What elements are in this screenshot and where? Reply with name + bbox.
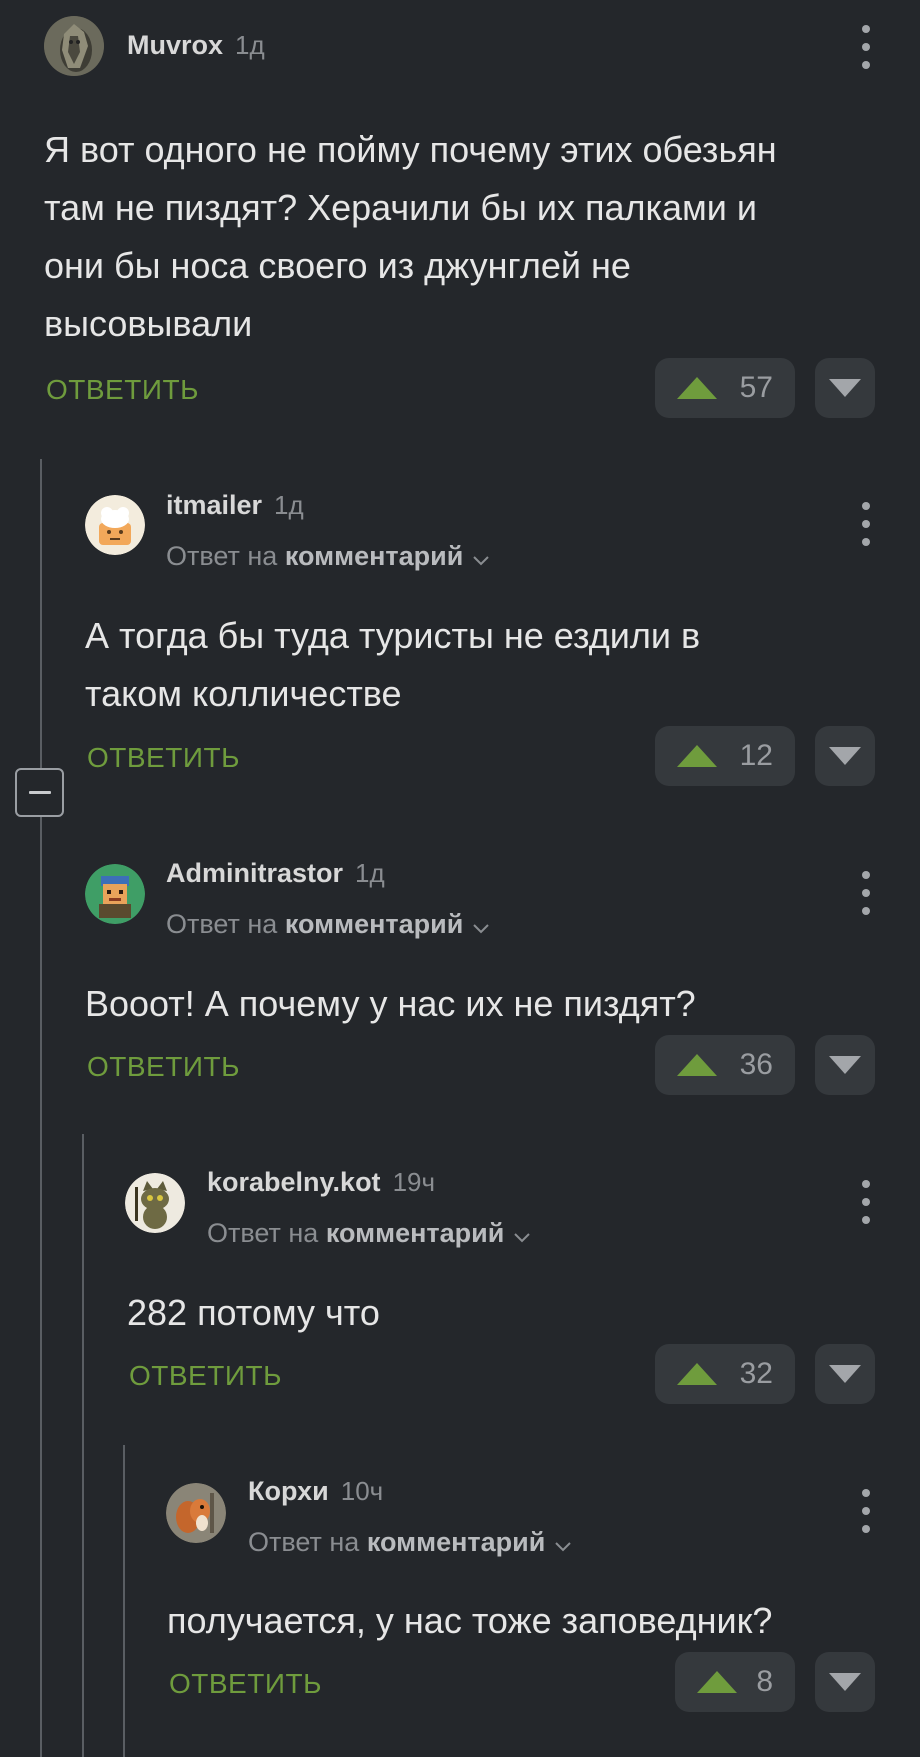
reply-button[interactable]: ОТВЕТИТЬ <box>169 1670 322 1698</box>
downvote-arrow-icon <box>829 379 861 397</box>
comment-time: 1д <box>235 30 265 60</box>
upvote-button[interactable]: 57 <box>655 358 795 418</box>
comment-text: А тогда бы туда туристы не ездили в тако… <box>85 615 701 714</box>
reply-prefix: Ответ на <box>248 1527 360 1557</box>
cat-avatar-icon[interactable] <box>125 1173 185 1233</box>
comment-time: 19ч <box>392 1167 436 1197</box>
downvote-button[interactable] <box>815 358 875 418</box>
username[interactable]: korabelny.kot 19ч <box>207 1169 435 1196</box>
downvote-button[interactable] <box>815 1344 875 1404</box>
upvote-arrow-icon <box>677 377 717 399</box>
downvote-button[interactable] <box>815 1652 875 1712</box>
downvote-arrow-icon <box>829 1673 861 1691</box>
thread-line-level-2 <box>82 1134 84 1757</box>
comment-text: Я вот одного не пойму почему этих обезья… <box>44 129 777 344</box>
downvote-arrow-icon <box>829 1056 861 1074</box>
downvote-button[interactable] <box>815 1035 875 1095</box>
chevron-down-icon[interactable] <box>473 544 490 571</box>
more-options-icon[interactable] <box>859 1489 873 1533</box>
reply-to-link[interactable]: Ответ на комментарий <box>166 909 490 939</box>
username[interactable]: Корхи 10ч <box>248 1478 383 1505</box>
downvote-arrow-icon <box>829 1365 861 1383</box>
username-text[interactable]: Корхи <box>248 1476 329 1506</box>
reply-to-link[interactable]: Ответ на комментарий <box>207 1218 531 1248</box>
upvote-arrow-icon <box>677 1054 717 1076</box>
upvote-count: 57 <box>739 371 773 404</box>
username[interactable]: Adminitrastor 1д <box>166 860 385 887</box>
more-options-icon[interactable] <box>859 871 873 915</box>
comment-time: 10ч <box>340 1476 384 1506</box>
username-text[interactable]: Adminitrastor <box>166 858 343 888</box>
reply-target[interactable]: комментарий <box>285 541 464 571</box>
chef-avatar-icon[interactable] <box>85 495 145 555</box>
collapse-thread-button[interactable] <box>15 768 64 817</box>
minus-icon <box>28 791 51 794</box>
upvote-count: 8 <box>756 1665 773 1698</box>
upvote-arrow-icon <box>697 1671 737 1693</box>
username-text[interactable]: korabelny.kot <box>207 1167 381 1197</box>
thread-line-level-3 <box>123 1445 125 1757</box>
upvote-button[interactable]: 12 <box>655 726 795 786</box>
upvote-count: 36 <box>739 1048 773 1081</box>
comment-time: 1д <box>355 858 385 888</box>
username[interactable]: Muvrox 1д <box>127 32 265 59</box>
more-options-icon[interactable] <box>859 25 873 69</box>
comment-time: 1д <box>274 490 304 520</box>
pixel-character-avatar-icon[interactable] <box>85 864 145 924</box>
more-options-icon[interactable] <box>859 1180 873 1224</box>
reply-to-link[interactable]: Ответ на комментарий <box>166 541 490 571</box>
comment-text: Вооот! А почему у нас их не пиздят? <box>85 983 696 1024</box>
upvote-button[interactable]: 8 <box>675 1652 795 1712</box>
more-options-icon[interactable] <box>859 502 873 546</box>
downvote-button[interactable] <box>815 726 875 786</box>
downvote-arrow-icon <box>829 747 861 765</box>
upvote-button[interactable]: 36 <box>655 1035 795 1095</box>
upvote-arrow-icon <box>677 1363 717 1385</box>
comment-text: 282 потому что <box>127 1292 380 1333</box>
squirrel-avatar-icon[interactable] <box>166 1483 226 1543</box>
reply-button[interactable]: ОТВЕТИТЬ <box>87 744 240 772</box>
comment-text: получается, у нас тоже заповедник? <box>167 1600 773 1641</box>
reply-button[interactable]: ОТВЕТИТЬ <box>46 376 199 404</box>
reply-button[interactable]: ОТВЕТИТЬ <box>87 1053 240 1081</box>
chevron-down-icon[interactable] <box>473 912 490 939</box>
thread-line-level-1 <box>40 459 42 1757</box>
reply-target[interactable]: комментарий <box>285 909 464 939</box>
reply-target[interactable]: комментарий <box>367 1527 546 1557</box>
reply-button[interactable]: ОТВЕТИТЬ <box>129 1362 282 1390</box>
reply-to-link[interactable]: Ответ на комментарий <box>248 1527 572 1557</box>
username-text[interactable]: itmailer <box>166 490 262 520</box>
upvote-arrow-icon <box>677 745 717 767</box>
reply-prefix: Ответ на <box>166 541 278 571</box>
reply-prefix: Ответ на <box>166 909 278 939</box>
upvote-count: 12 <box>739 739 773 772</box>
creature-avatar-icon[interactable] <box>44 16 104 76</box>
reply-prefix: Ответ на <box>207 1218 319 1248</box>
chevron-down-icon[interactable] <box>514 1221 531 1248</box>
chevron-down-icon[interactable] <box>555 1530 572 1557</box>
reply-target[interactable]: комментарий <box>326 1218 505 1248</box>
username-text[interactable]: Muvrox <box>127 30 223 60</box>
upvote-count: 32 <box>739 1357 773 1390</box>
upvote-button[interactable]: 32 <box>655 1344 795 1404</box>
username[interactable]: itmailer 1д <box>166 492 304 519</box>
